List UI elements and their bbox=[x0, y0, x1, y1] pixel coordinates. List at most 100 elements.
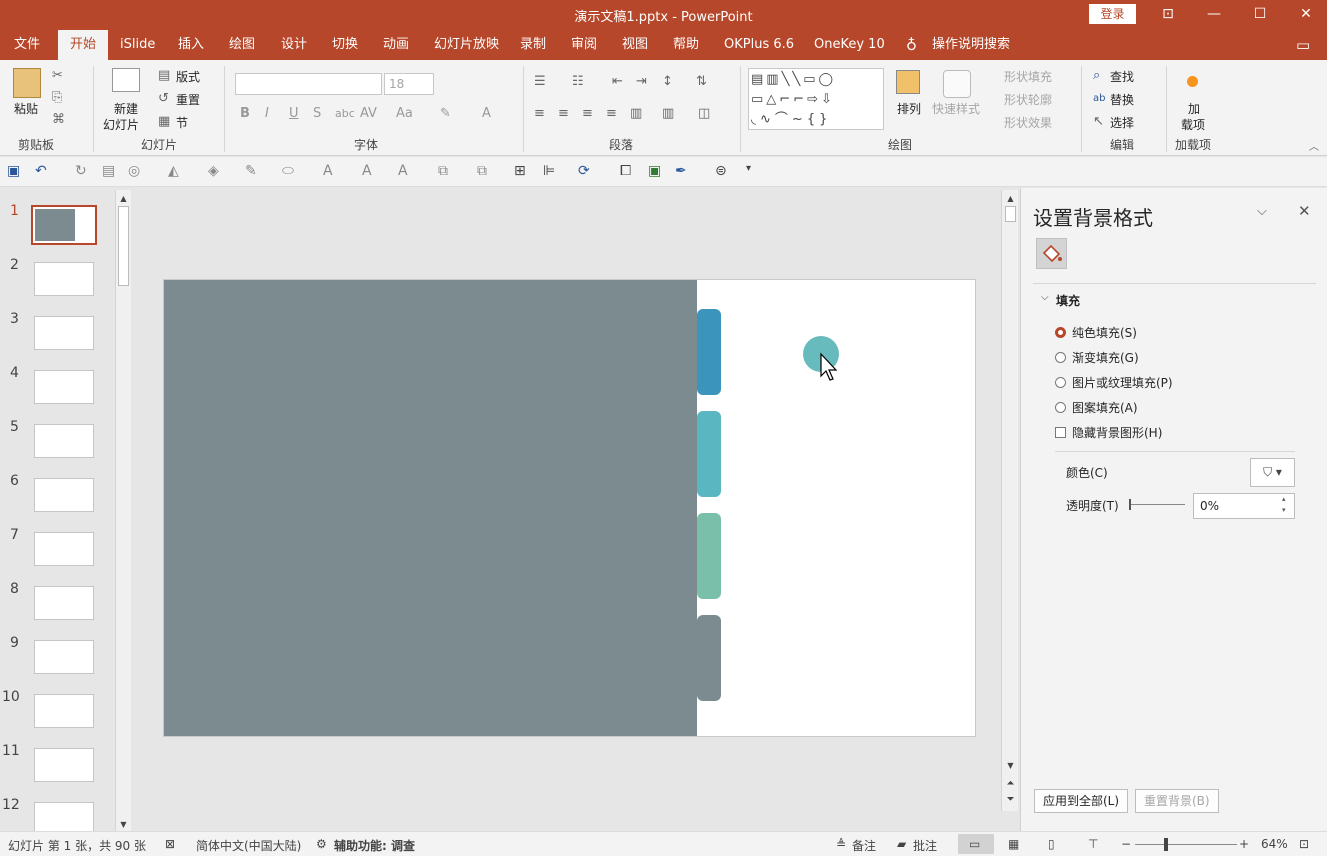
ribbon-display-icon[interactable]: ⊡ bbox=[1145, 0, 1191, 30]
thumb-2[interactable] bbox=[34, 262, 94, 296]
shapes-row-3[interactable]: ◟∿⌒~{} bbox=[751, 110, 831, 129]
thumb-12[interactable] bbox=[34, 802, 94, 831]
section-collapse-icon[interactable]: ⌵ bbox=[1041, 292, 1049, 303]
indent-decrease-icon[interactable]: ⇤ bbox=[612, 74, 623, 90]
select-icon[interactable]: ↖ bbox=[1093, 114, 1104, 130]
tab-shape-gray[interactable] bbox=[697, 615, 721, 701]
text-outline-icon[interactable]: A bbox=[362, 163, 372, 179]
addin-button-label[interactable]: 载项 bbox=[1181, 116, 1205, 133]
thumbnail-scrollbar[interactable]: ▲ ▼ bbox=[115, 190, 131, 831]
smartart-icon[interactable]: ◫ bbox=[698, 106, 710, 122]
text-direction-icon[interactable]: ⇅ bbox=[696, 74, 707, 90]
login-button[interactable]: 登录 bbox=[1089, 4, 1136, 24]
columns-icon[interactable]: ▥ bbox=[662, 106, 674, 122]
justify-icon[interactable]: ≡ bbox=[606, 106, 617, 122]
tab-islide[interactable]: iSlide bbox=[120, 30, 155, 60]
tab-transitions[interactable]: 切换 bbox=[332, 30, 358, 60]
fill-section-header[interactable]: 填充 bbox=[1056, 292, 1080, 309]
customize-qat-icon[interactable]: ▾ bbox=[746, 163, 751, 174]
minimize-icon[interactable]: — bbox=[1191, 0, 1237, 30]
quick-styles-icon[interactable] bbox=[943, 70, 971, 98]
reset-background-button[interactable]: 重置背景(B) bbox=[1135, 789, 1219, 813]
bold-icon[interactable]: B bbox=[240, 106, 250, 122]
radio[interactable] bbox=[1055, 352, 1066, 363]
fit-to-window-icon[interactable]: ⊡ bbox=[1299, 837, 1309, 851]
format-painter-icon[interactable]: ⌘ bbox=[52, 112, 65, 128]
color-picker-button[interactable]: ⛉ ▾ bbox=[1250, 458, 1295, 487]
reset-button[interactable]: 重置 bbox=[176, 91, 200, 108]
radio[interactable] bbox=[1055, 402, 1066, 413]
comments-button[interactable]: 批注 bbox=[913, 837, 937, 854]
thumb-4[interactable] bbox=[34, 370, 94, 404]
zoom-level[interactable]: 64% bbox=[1261, 837, 1288, 851]
reading-view-icon[interactable]: ▯ bbox=[1048, 837, 1055, 851]
picture-fill-option[interactable]: 图片或纹理填充(P) bbox=[1055, 374, 1173, 391]
slider-handle[interactable] bbox=[1129, 499, 1131, 510]
comments-status-icon[interactable]: ▰ bbox=[897, 837, 906, 851]
zoom-slider[interactable] bbox=[1135, 844, 1237, 845]
section-icon[interactable]: ▦ bbox=[158, 114, 170, 130]
thumb-9[interactable] bbox=[34, 640, 94, 674]
tab-onekey[interactable]: OneKey 10 bbox=[814, 30, 885, 60]
radio-checked[interactable] bbox=[1055, 327, 1066, 338]
thumb-5[interactable] bbox=[34, 424, 94, 458]
select-pane-icon[interactable]: ⊞ bbox=[514, 163, 526, 179]
pane-options-icon[interactable]: ⌵ bbox=[1257, 204, 1267, 219]
eraser-icon[interactable]: ⬭ bbox=[282, 163, 294, 179]
checkbox[interactable] bbox=[1055, 427, 1066, 438]
tell-me-search[interactable]: 操作说明搜索 bbox=[932, 30, 1010, 60]
shape-fill-button[interactable]: 形状填充 bbox=[1004, 68, 1052, 85]
scroll-thumb[interactable] bbox=[118, 206, 129, 286]
pattern-fill-option[interactable]: 图案填充(A) bbox=[1055, 399, 1138, 416]
strikethrough-icon[interactable]: abc bbox=[335, 106, 355, 122]
change-case-icon[interactable]: Aa bbox=[396, 106, 413, 122]
find-button[interactable]: 查找 bbox=[1110, 68, 1134, 85]
save-icon[interactable]: ▣ bbox=[7, 163, 20, 179]
distribute-icon[interactable]: ▥ bbox=[630, 106, 642, 122]
tab-shape-green[interactable] bbox=[697, 513, 721, 599]
paste-icon[interactable] bbox=[13, 68, 41, 98]
scroll-thumb[interactable] bbox=[1005, 206, 1016, 222]
fill-tab[interactable] bbox=[1036, 238, 1067, 269]
tab-insert[interactable]: 插入 bbox=[178, 30, 204, 60]
zoom-in-icon[interactable]: + bbox=[1239, 837, 1249, 851]
spellcheck-icon[interactable]: ⊠ bbox=[165, 837, 175, 851]
undo-icon[interactable]: ↶ bbox=[35, 163, 47, 179]
new-slide-button[interactable]: 新建 bbox=[114, 100, 138, 117]
crop-icon[interactable]: ⧠ bbox=[620, 163, 631, 179]
zoom-out-icon[interactable]: − bbox=[1121, 837, 1131, 851]
scroll-up-icon[interactable]: ▲ bbox=[116, 192, 131, 205]
thumb-selected[interactable] bbox=[31, 205, 97, 245]
tab-design[interactable]: 设计 bbox=[281, 30, 307, 60]
find-icon[interactable]: ⌕ bbox=[1093, 68, 1100, 84]
comments-icon[interactable]: ▭ bbox=[1296, 30, 1310, 60]
language-indicator[interactable]: 简体中文(中国大陆) bbox=[196, 837, 301, 854]
zoom-slider-handle[interactable] bbox=[1164, 838, 1168, 851]
maximize-icon[interactable]: ☐ bbox=[1237, 0, 1283, 30]
next-slide-icon[interactable]: ⏷ bbox=[1003, 793, 1018, 806]
arrange-button[interactable]: 排列 bbox=[897, 100, 921, 117]
tab-shape-blue[interactable] bbox=[697, 309, 721, 395]
close-icon[interactable]: ✕ bbox=[1283, 0, 1327, 30]
thumb-8[interactable] bbox=[34, 586, 94, 620]
highlight-icon[interactable]: ✎ bbox=[440, 106, 451, 122]
slide-sorter-icon[interactable]: ▦ bbox=[1008, 837, 1019, 851]
tab-slideshow[interactable]: 幻灯片放映 bbox=[434, 30, 499, 60]
font-size-combo[interactable]: 18 bbox=[384, 73, 434, 95]
canvas-scrollbar[interactable]: ▲ ▼ ⏶ ⏷ bbox=[1001, 190, 1018, 811]
tab-record[interactable]: 录制 bbox=[520, 30, 546, 60]
shape-format-icon[interactable]: ◭ bbox=[168, 163, 179, 179]
present-icon[interactable]: ⊜ bbox=[715, 163, 727, 179]
arrange-icon[interactable] bbox=[896, 70, 920, 94]
align-right-icon[interactable]: ≡ bbox=[582, 106, 593, 122]
text-fill-icon[interactable]: A bbox=[323, 163, 333, 179]
align-center-icon[interactable]: ≡ bbox=[558, 106, 569, 122]
thumb-6[interactable] bbox=[34, 478, 94, 512]
bullets-icon[interactable]: ☰ bbox=[534, 74, 546, 90]
thumb-7[interactable] bbox=[34, 532, 94, 566]
gradient-fill-option[interactable]: 渐变填充(G) bbox=[1055, 349, 1139, 366]
tab-file[interactable]: 文件 bbox=[14, 30, 40, 60]
shape-outline-button[interactable]: 形状轮廓 bbox=[1004, 91, 1052, 108]
slide-counter[interactable]: 幻灯片 第 1 张，共 90 张 bbox=[8, 837, 146, 854]
quick-styles-button[interactable]: 快速样式 bbox=[932, 100, 980, 117]
